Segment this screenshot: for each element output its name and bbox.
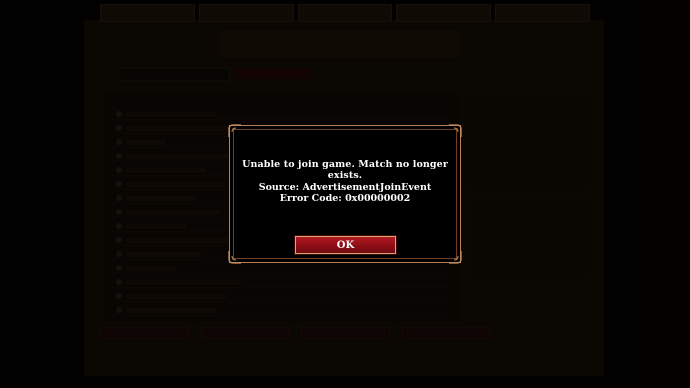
corner-ornament-icon — [228, 251, 241, 264]
corner-ornament-icon — [449, 124, 462, 137]
error-code: Error Code: 0x00000002 — [279, 193, 411, 204]
corner-ornament-icon — [228, 124, 241, 137]
corner-ornament-icon — [449, 251, 462, 264]
error-source: Source: AdvertisementJoinEvent — [258, 182, 432, 193]
error-dialog: Unable to join game. Match no longer exi… — [228, 124, 462, 264]
ok-button[interactable]: OK — [295, 236, 396, 254]
error-message: Unable to join game. Match no longer exi… — [242, 159, 448, 181]
